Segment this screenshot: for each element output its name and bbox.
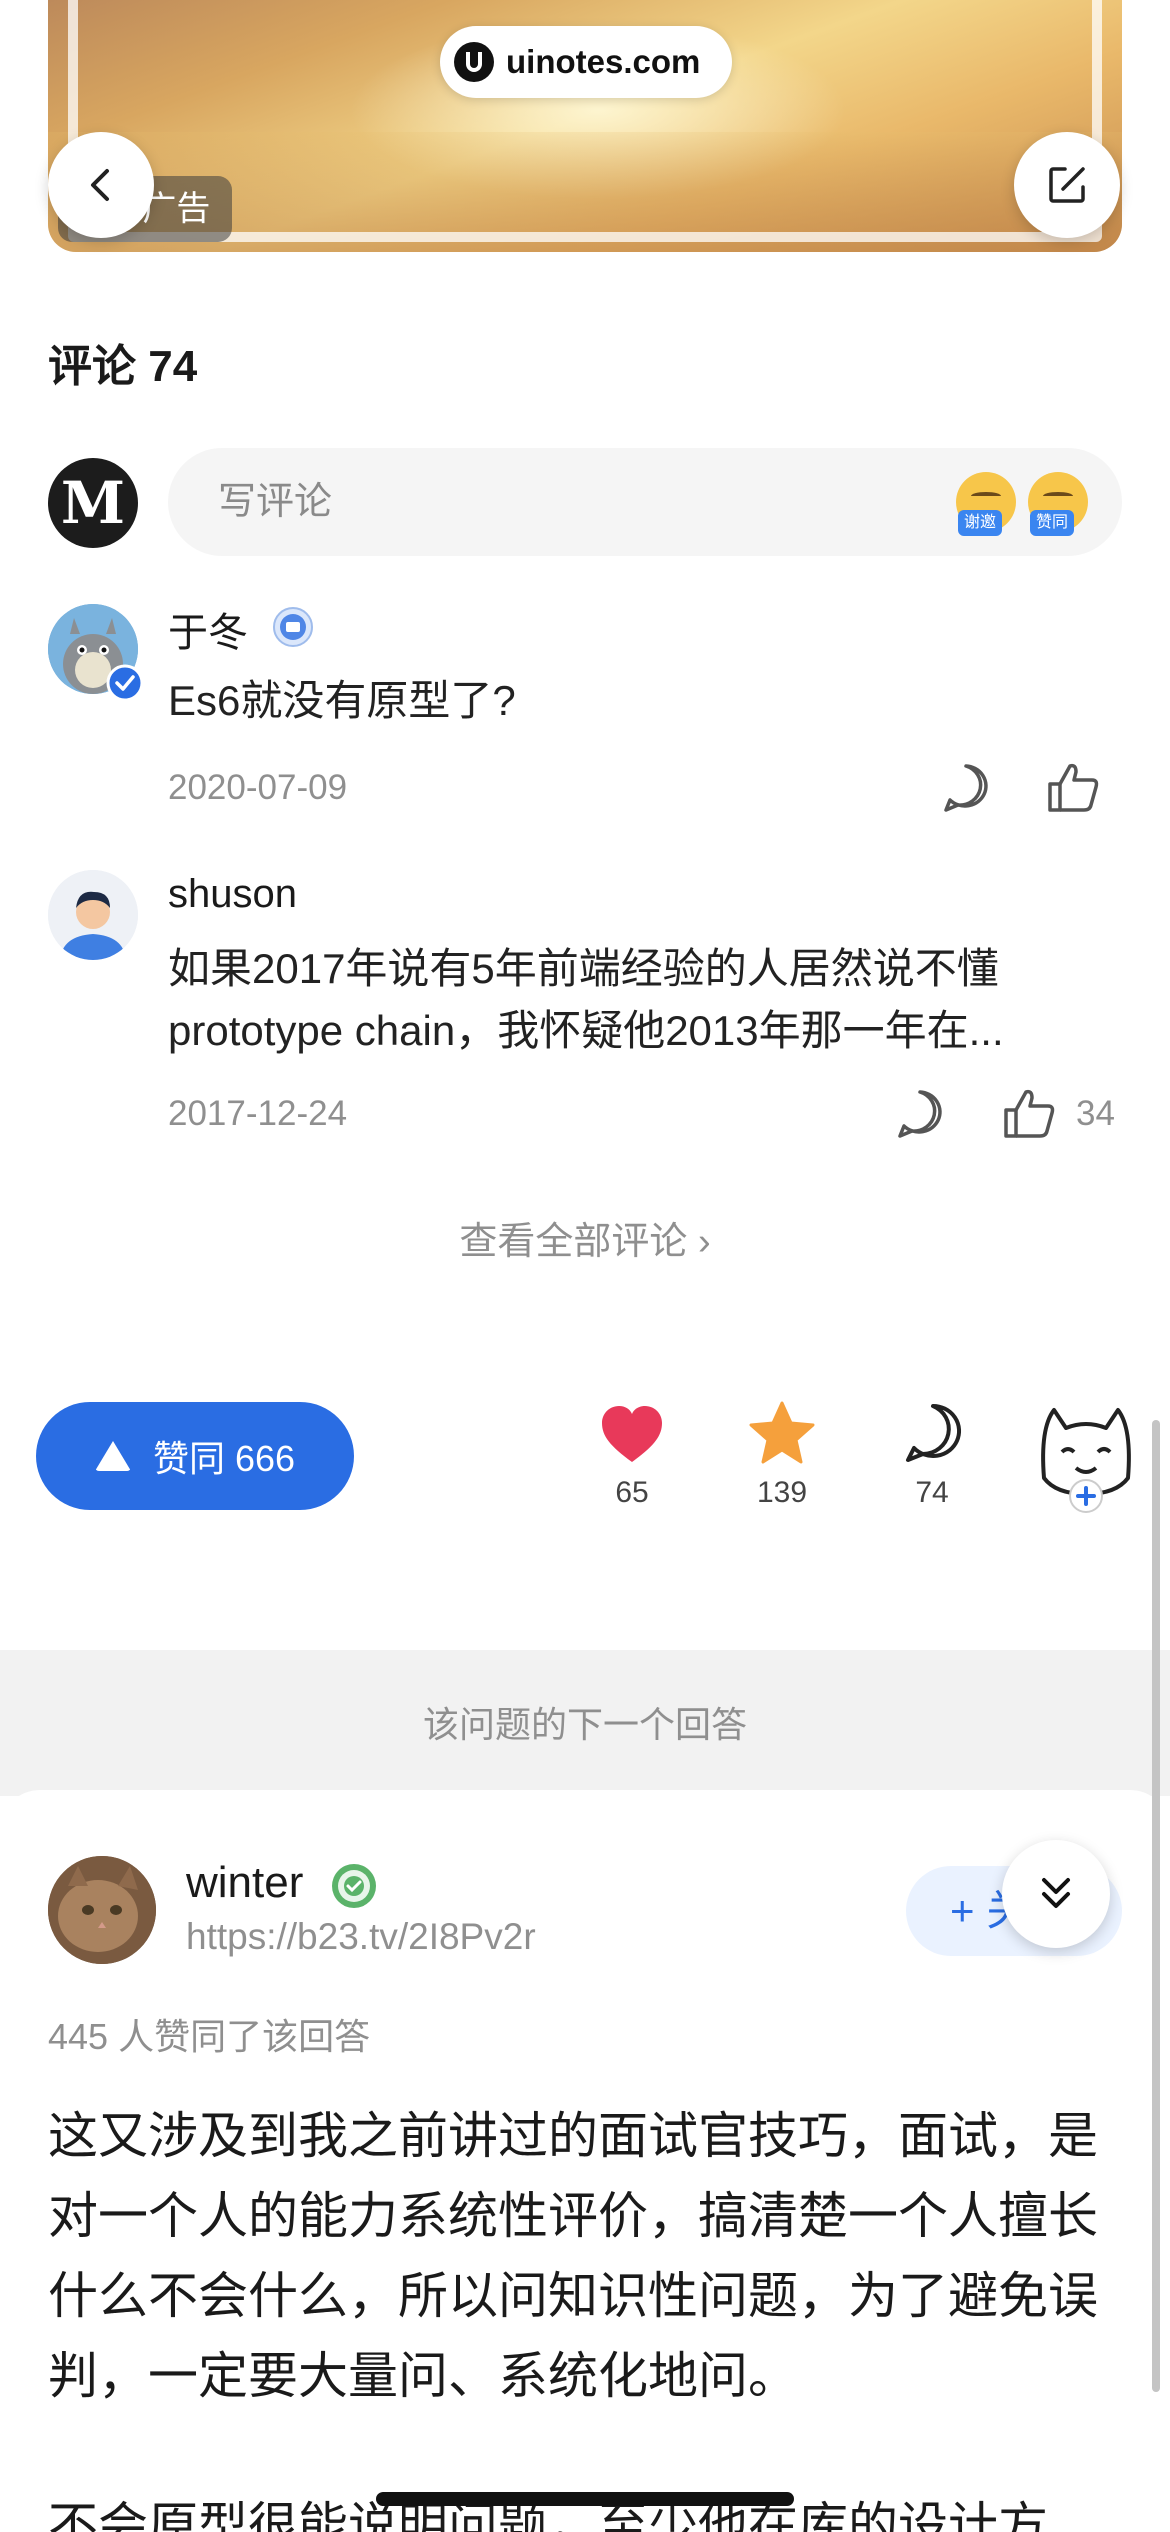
answer-page: 3 的广告 00 uinotes.com 评论 74 M 写评论 谢邀 赞同: [0, 0, 1170, 2532]
author-avatar[interactable]: [48, 1856, 156, 1964]
heart-icon[interactable]: [600, 1404, 664, 1464]
uinotes-logo-icon: [454, 42, 494, 82]
chevron-left-icon: [91, 169, 109, 201]
member-badge-icon: [273, 607, 313, 647]
reply-icon[interactable]: [940, 762, 992, 814]
comment-text-line-1: 如果2017年说有5年前端经验的人居然说不懂: [168, 945, 999, 992]
commenter-name[interactable]: shuson: [168, 872, 297, 917]
my-avatar[interactable]: M: [48, 458, 138, 548]
commenter-name[interactable]: 于冬: [168, 600, 248, 658]
reply-icon[interactable]: [894, 1088, 946, 1140]
achievement-badge-icon: [332, 1864, 376, 1908]
emoji-thanks-tag: 谢邀: [958, 510, 1003, 536]
emoji-agree-icon[interactable]: 赞同: [1028, 472, 1088, 536]
like-icon[interactable]: [1002, 1086, 1056, 1140]
edit-icon: [1049, 167, 1085, 203]
view-all-comments-link[interactable]: 查看全部评论 ›: [0, 1210, 1170, 1265]
person-avatar-icon: [48, 870, 138, 960]
comment-icon[interactable]: [902, 1402, 964, 1464]
answer-card-bottom-edge: [0, 1600, 1170, 1650]
agree-button[interactable]: 赞同 666: [36, 1402, 354, 1510]
back-button[interactable]: [48, 132, 154, 238]
comment-input[interactable]: 写评论 谢邀 赞同: [168, 448, 1122, 556]
comment-count: 74: [915, 1476, 949, 1509]
comment-date: 2017-12-24: [168, 1094, 348, 1133]
comment-text: Es6就没有原型了?: [168, 677, 516, 724]
author-name[interactable]: winter: [186, 1858, 303, 1908]
comment-text-line-2: prototype chain，我怀疑他2013年那一年在...: [168, 1007, 1004, 1054]
emoji-thanks-icon[interactable]: 谢邀: [956, 472, 1016, 536]
like-icon[interactable]: [1046, 760, 1100, 814]
comment-input-placeholder: 写评论: [218, 481, 333, 523]
scrollbar[interactable]: [1152, 1420, 1160, 2392]
commenter-avatar[interactable]: [48, 870, 138, 960]
comment-date: 2020-07-09: [168, 768, 348, 807]
star-count: 139: [756, 1476, 808, 1509]
uinotes-watermark: uinotes.com: [440, 26, 732, 98]
star-icon[interactable]: [748, 1400, 816, 1466]
author-headline[interactable]: https://b23.tv/2I8Pv2r: [186, 1916, 536, 1958]
uinotes-text: uinotes.com: [506, 43, 701, 80]
comments-title: 评论 74: [48, 342, 198, 391]
cat-sticker-icon[interactable]: [1036, 1398, 1136, 1514]
cat-photo-avatar-icon: [48, 1856, 156, 1964]
verified-badge-icon: [106, 664, 144, 702]
double-chevron-down-icon: [1042, 1878, 1070, 1908]
like-count: 34: [1076, 1094, 1115, 1133]
collapse-button[interactable]: [1002, 1840, 1110, 1948]
answer-body[interactable]: 这又涉及到我之前讲过的面试官技巧，面试，是对一个人的能力系统性评价，搞清楚一个人…: [48, 2096, 1108, 2416]
emoji-agree-tag: 赞同: [1030, 510, 1075, 536]
next-answer-label: 该问题的下一个回答: [422, 1704, 747, 1745]
upvote-triangle-icon: [94, 1441, 131, 1471]
home-indicator[interactable]: [376, 2492, 794, 2506]
heart-count: 65: [615, 1476, 649, 1509]
agreed-count-text: 445 人赞同了该回答: [48, 2016, 371, 2057]
edit-button[interactable]: [1014, 132, 1120, 238]
agree-label: 赞同 666: [152, 1438, 296, 1479]
